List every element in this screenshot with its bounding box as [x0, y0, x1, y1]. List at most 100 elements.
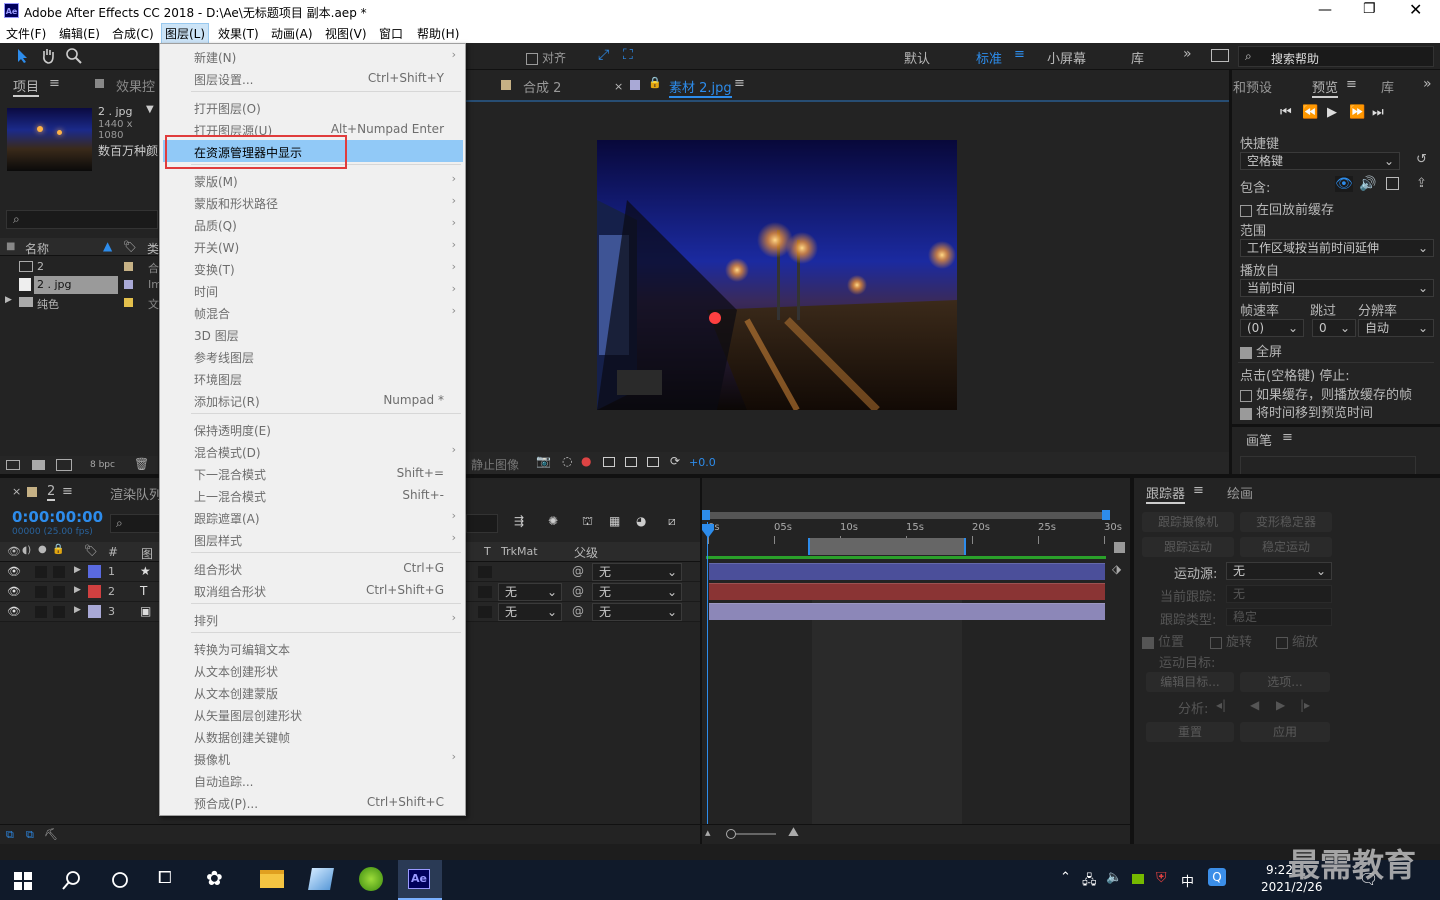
frame-blending-icon[interactable]: ▦ — [609, 514, 620, 528]
col-name-header[interactable]: 名称 — [25, 240, 49, 257]
tab-footage[interactable]: 素材 2.jpg — [669, 77, 732, 98]
menu-animation[interactable]: 动画(A) — [271, 25, 313, 42]
lock-switch[interactable] — [53, 566, 65, 578]
panel-menu-icon[interactable]: ≡ — [62, 484, 73, 499]
reset-button[interactable]: 重置 — [1146, 722, 1234, 742]
project-row[interactable]: ▶ 纯色 文 — [0, 294, 159, 312]
layer-menu-item[interactable]: 图层样式 › — [163, 528, 463, 550]
layer-menu-item[interactable]: 预合成(P)... Ctrl+Shift+C — [163, 791, 463, 813]
lock-switch[interactable] — [53, 586, 65, 598]
layer-menu-item[interactable]: 从矢量图层创建形状 — [163, 703, 463, 725]
layer-menu-item[interactable]: 取消组合形状 Ctrl+Shift+G — [163, 579, 463, 601]
export-icon[interactable]: ⇪ — [1416, 176, 1427, 191]
lock-switch[interactable] — [53, 606, 65, 618]
interpret-footage-icon[interactable] — [6, 460, 20, 470]
toggle-switches-icon[interactable]: ⧉ — [6, 828, 14, 842]
audio-include-icon[interactable]: 🔊 — [1359, 176, 1376, 192]
selection-tool-icon[interactable] — [16, 48, 30, 64]
reset-exposure-icon[interactable]: ⟳ — [670, 454, 680, 468]
network-icon[interactable]: 🖧 — [1082, 871, 1097, 893]
layer-duration-bar[interactable] — [709, 583, 1105, 600]
menu-effect[interactable]: 效果(T) — [218, 25, 259, 42]
overlay-include-icon[interactable] — [1386, 177, 1399, 190]
if-cached-checkbox[interactable]: 如果缓存，则播放缓存的帧 — [1240, 384, 1412, 403]
play-from-dropdown[interactable]: 当前时间 ⌄ — [1240, 279, 1434, 297]
layer-menu-item[interactable]: 下一混合模式 Shift+= — [163, 462, 463, 484]
options-button[interactable]: 选项... — [1240, 672, 1330, 692]
work-area-start-handle[interactable] — [702, 510, 710, 520]
last-frame-icon[interactable]: ⏭ — [1372, 105, 1384, 120]
file-explorer-icon[interactable] — [260, 870, 284, 888]
tab-effect-controls[interactable]: 效果控 — [116, 76, 155, 95]
nvidia-icon[interactable] — [1132, 874, 1144, 884]
panel-menu-icon[interactable]: ≡ — [49, 76, 60, 91]
layer-menu-item[interactable]: 上一混合模式 Shift+- — [163, 484, 463, 506]
expand-arrow-icon[interactable]: ▶ — [74, 605, 81, 615]
menu-composition[interactable]: 合成(C) — [112, 25, 154, 42]
tab-preview[interactable]: 预览 — [1312, 77, 1339, 98]
zoom-slider-handle[interactable] — [726, 829, 736, 839]
warp-stabilizer-button[interactable]: 变形稳定器 — [1240, 512, 1332, 532]
rotation-checkbox[interactable]: 旋转 — [1210, 631, 1252, 650]
layer-menu-item[interactable]: 环境图层 — [163, 367, 463, 389]
sort-ascending-icon[interactable]: ▲ — [103, 239, 112, 253]
stabilize-motion-button[interactable]: 稳定运动 — [1240, 537, 1332, 557]
layer-menu-item[interactable]: 3D 图层 — [163, 323, 463, 345]
layer-menu-item[interactable]: 转换为可编辑文本 — [163, 637, 463, 659]
move-time-checkbox[interactable]: 将时间移到预览时间 — [1240, 402, 1373, 421]
guides-icon[interactable] — [647, 457, 659, 467]
resolution-dropdown[interactable]: 自动 ⌄ — [1358, 319, 1434, 337]
close-icon[interactable]: ✕ — [1409, 0, 1422, 19]
project-row[interactable]: 2 . jpg Im — [0, 276, 162, 294]
after-effects-taskbar-button[interactable]: Ae — [398, 860, 442, 900]
notepad-app-icon[interactable] — [308, 868, 334, 890]
toggle-modes-icon[interactable]: ⧉ — [26, 828, 34, 842]
volume-icon[interactable]: 🔈 — [1106, 870, 1122, 885]
trkmat-switch[interactable] — [478, 586, 492, 598]
security-shield-icon[interactable]: ⛨ — [1156, 870, 1167, 886]
snap-target-icon[interactable]: ⛶ — [623, 47, 633, 63]
menu-edit[interactable]: 编辑(E) — [59, 25, 100, 42]
windows-start-icon[interactable] — [14, 872, 32, 890]
tab-timeline-comp[interactable]: 2 — [47, 484, 56, 501]
range-dropdown[interactable]: 工作区域按当前时间延伸 ⌄ — [1240, 239, 1434, 257]
zoom-tool-icon[interactable] — [65, 47, 82, 64]
layer-label-color[interactable] — [88, 585, 101, 598]
more-panels-icon[interactable]: » — [1423, 76, 1432, 92]
restore-icon[interactable]: ❐ — [1363, 1, 1376, 17]
layer-search-field[interactable] — [466, 514, 498, 533]
panel-menu-icon[interactable]: ≡ — [1282, 430, 1293, 445]
video-include-icon[interactable]: 👁 — [1335, 176, 1353, 192]
trash-icon[interactable]: 🗑 — [134, 457, 149, 471]
cache-before-checkbox[interactable]: 在回放前缓存 — [1240, 199, 1334, 218]
task-view-icon[interactable]: ⧠ — [158, 868, 172, 888]
pick-whip-icon[interactable]: @ — [572, 584, 584, 598]
new-composition-icon[interactable] — [56, 459, 72, 471]
analyze-back-one-icon[interactable]: ◂| — [1216, 698, 1226, 712]
expand-arrow-icon[interactable]: ▶ — [5, 295, 12, 305]
tab-paint[interactable]: 绘画 — [1227, 483, 1253, 502]
minimize-icon[interactable]: — — [1318, 2, 1332, 18]
timeline-option-icon[interactable]: ⬗ — [1112, 562, 1121, 576]
menu-help[interactable]: 帮助(H) — [417, 25, 459, 42]
solo-switch[interactable] — [35, 566, 47, 578]
current-track-dropdown[interactable]: 无 — [1226, 585, 1332, 603]
graph-editor-icon[interactable]: ⧄ — [668, 514, 676, 529]
layer-menu-item[interactable]: 开关(W) › — [163, 235, 463, 257]
sync-settings-icon[interactable] — [1211, 49, 1229, 62]
close-tab-icon[interactable]: × — [12, 485, 21, 498]
layer-menu-item[interactable]: 组合形状 Ctrl+G — [163, 557, 463, 579]
zoom-region[interactable] — [808, 538, 966, 555]
search-icon[interactable] — [62, 870, 82, 890]
layer-menu-item[interactable]: 排列 › — [163, 608, 463, 630]
layer-menu-item[interactable]: 打开图层(O) — [163, 96, 463, 118]
watermelon-app-icon[interactable] — [359, 867, 383, 891]
previous-frame-icon[interactable]: ⏪ — [1302, 105, 1318, 120]
qq-icon[interactable]: Q — [1208, 868, 1226, 886]
zoom-out-icon[interactable]: ▴ — [705, 826, 711, 839]
workspace-standard[interactable]: 标准 — [976, 48, 1002, 67]
bpc-toggle[interactable]: 8 bpc — [90, 460, 115, 470]
more-workspaces-icon[interactable]: » — [1183, 46, 1192, 62]
analyze-forward-icon[interactable]: ▶ — [1276, 698, 1285, 712]
show-snapshot-icon[interactable]: ◌ — [562, 454, 572, 468]
